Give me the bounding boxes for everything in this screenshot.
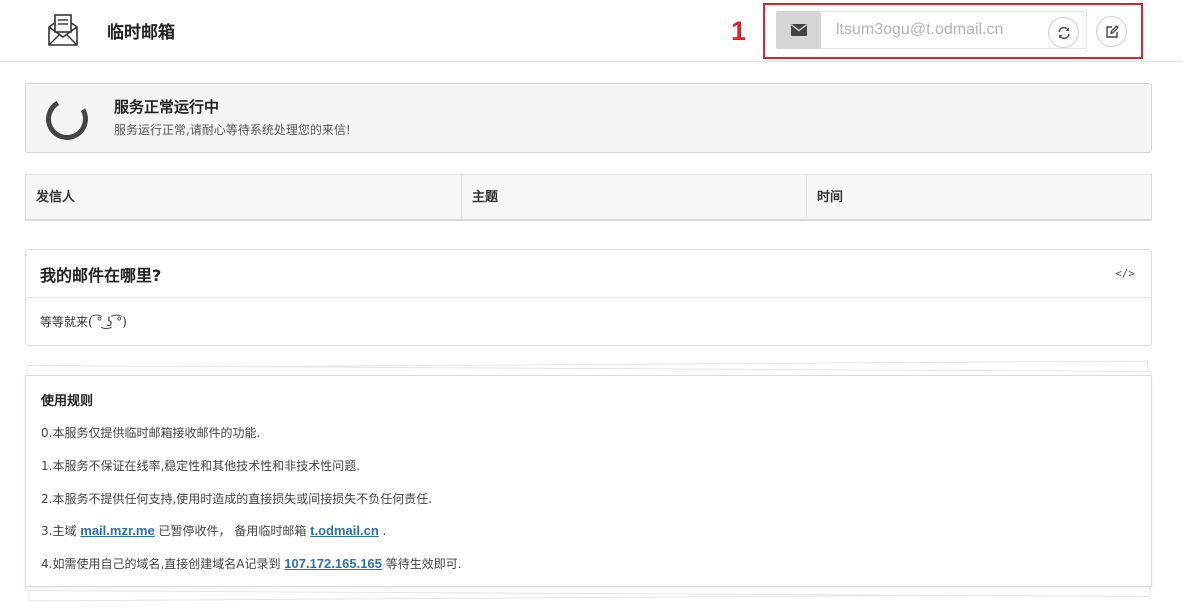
loading-spinner-icon: [41, 93, 93, 145]
mail-button[interactable]: [776, 11, 821, 49]
rule-text: .: [378, 524, 387, 538]
column-subject: 主题: [462, 175, 807, 220]
main-domain-link[interactable]: mail.mzr.me: [80, 523, 154, 538]
rule-text: 4.如需使用自己的域名,直接创建域名A记录到: [41, 557, 285, 571]
backup-domain-link[interactable]: t.odmail.cn: [310, 523, 379, 538]
edit-icon: [1105, 24, 1119, 38]
refresh-button[interactable]: [1048, 17, 1079, 48]
service-status-panel: 服务正常运行中 服务运行正常,请耐心等待系统处理您的来信!: [25, 83, 1152, 153]
card-body-text: 等等就来( ͡° ͜ʖ ͡°): [40, 315, 127, 329]
where-is-my-mail-card: 我的邮件在哪里? </> 等等就来( ͡° ͜ʖ ͡°): [25, 249, 1152, 346]
rule-text: 3.主域: [41, 524, 81, 538]
rule-item: 1.本服务不保证在线率,稳定性和其他技术性和非技术性问题.: [41, 459, 361, 473]
status-description: 服务运行正常,请耐心等待系统处理您的来信!: [114, 123, 351, 137]
rule-item: 2.本服务不提供任何支持,使用时造成的直接损失或间接损失不负任何责任.: [41, 492, 433, 506]
annotation-number: 1: [731, 16, 747, 46]
inbox-table-header: 发信人 主题 时间: [25, 174, 1152, 221]
rule-item: 4.如需使用自己的域名,直接创建域名A记录到 107.172.165.165 等…: [41, 555, 462, 572]
usage-rules-panel: 使用规则 0.本服务仅提供临时邮箱接收邮件的功能. 1.本服务不保证在线率,稳定…: [25, 375, 1152, 587]
column-time: 时间: [817, 190, 844, 205]
code-icon[interactable]: </>: [1115, 267, 1135, 280]
site-title: 临时邮箱: [107, 23, 175, 43]
top-header: 临时邮箱 1: [0, 0, 1183, 62]
envelope-letter-icon: [48, 14, 78, 46]
rule-text: 已暂停收件， 备用临时邮箱: [154, 524, 311, 538]
rule-text: 等待生效即可.: [381, 557, 462, 571]
envelope-icon: [790, 24, 807, 36]
ip-address-link[interactable]: 107.172.165.165: [284, 556, 382, 571]
status-title: 服务正常运行中: [114, 98, 220, 116]
rule-item: 3.主域 mail.mzr.me 已暂停收件， 备用临时邮箱 t.odmail.…: [41, 522, 386, 539]
column-sender: 发信人: [26, 175, 462, 220]
edit-button[interactable]: [1096, 16, 1127, 47]
rule-item: 0.本服务仅提供临时邮箱接收邮件的功能.: [41, 426, 261, 440]
card-header: 我的邮件在哪里? </>: [26, 250, 1151, 298]
refresh-icon: [1057, 26, 1070, 39]
rules-title: 使用规则: [41, 394, 94, 409]
card-title: 我的邮件在哪里?: [40, 266, 162, 285]
